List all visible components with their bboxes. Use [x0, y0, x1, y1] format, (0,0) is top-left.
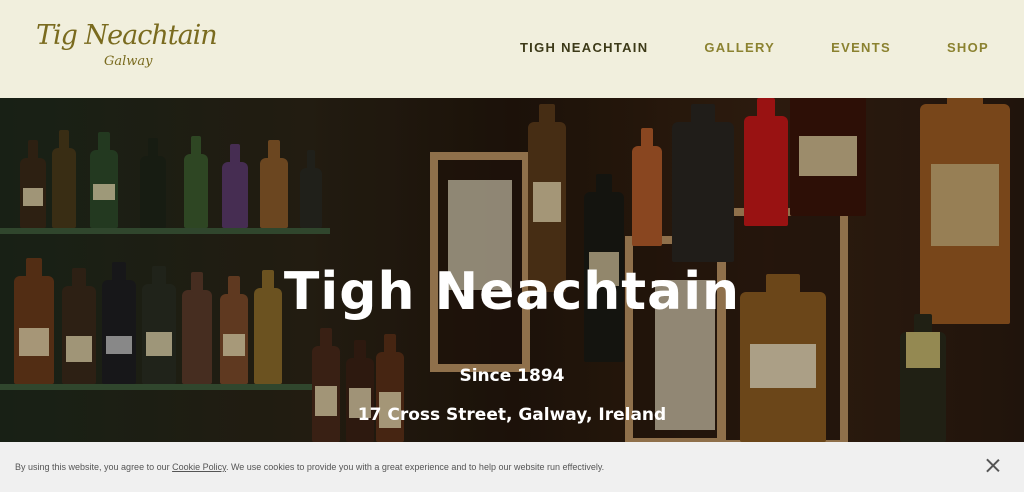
hero-title: Tigh Neachtain [283, 262, 741, 322]
nav-gallery[interactable]: GALLERY [704, 40, 775, 55]
cookie-banner: By using this website, you agree to our … [0, 442, 1024, 492]
logo-wordmark: Tig Neachtain [36, 20, 218, 51]
nav-tigh-neachtain[interactable]: TIGH NEACHTAIN [520, 40, 648, 55]
close-icon[interactable] [986, 458, 1000, 472]
cookie-message: By using this website, you agree to our … [15, 462, 604, 472]
hero-address: 17 Cross Street, Galway, Ireland [357, 405, 667, 425]
main-nav: TIGH NEACHTAIN GALLERY EVENTS SHOP [520, 40, 989, 55]
cookie-text-before: By using this website, you agree to our [15, 462, 173, 472]
logo-subtitle: Galway [104, 54, 153, 69]
hero-banner: Tigh Neachtain Since 1894 17 Cross Stree… [0, 98, 1024, 442]
hero-established: Since 1894 [459, 366, 565, 386]
site-header: Tig Neachtain Galway TIGH NEACHTAIN GALL… [0, 0, 1024, 98]
cookie-policy-link[interactable]: Cookie Policy [172, 462, 226, 472]
site-logo[interactable]: Tig Neachtain Galway [36, 20, 218, 74]
cookie-text-after: . We use cookies to provide you with a g… [225, 462, 605, 472]
nav-events[interactable]: EVENTS [831, 40, 891, 55]
nav-shop[interactable]: SHOP [947, 40, 989, 55]
